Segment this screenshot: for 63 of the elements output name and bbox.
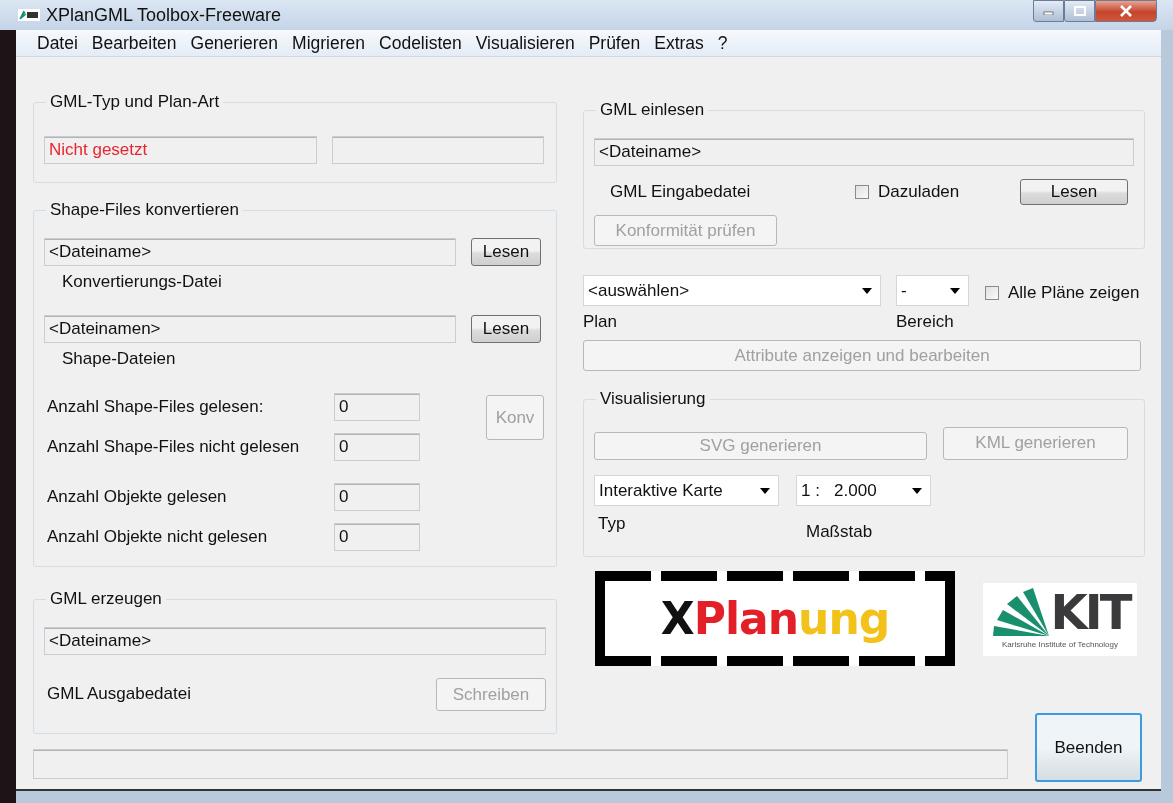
- read-button[interactable]: Lesen: [471, 238, 541, 266]
- menu-item[interactable]: Prüfen: [581, 32, 648, 54]
- file-field[interactable]: <Dateiname>: [44, 627, 546, 655]
- count-field[interactable]: 0: [334, 433, 420, 461]
- field-label: Konvertierungs-Datei: [62, 272, 223, 292]
- count-label: Anzahl Objekte nicht gelesen: [46, 527, 269, 547]
- field-label: Maßstab: [806, 522, 873, 542]
- logo-text: KIT: [1050, 586, 1130, 638]
- plan-kind-field[interactable]: [332, 136, 544, 164]
- minimize-button[interactable]: [1033, 0, 1064, 22]
- menu-item[interactable]: Generieren: [183, 32, 286, 54]
- file-field[interactable]: <Dateiname>: [594, 138, 1134, 166]
- plan-dropdown[interactable]: <auswählen>: [583, 275, 881, 306]
- dropdown-arrow-icon: [862, 287, 872, 294]
- count-field[interactable]: 0: [334, 483, 420, 511]
- menu-item[interactable]: Datei: [30, 32, 85, 54]
- read-button[interactable]: Lesen: [1020, 179, 1128, 205]
- field-label: GML Eingabedatei: [609, 182, 752, 202]
- maximize-button[interactable]: [1064, 0, 1095, 22]
- maximize-icon: [1073, 6, 1086, 16]
- field-label: Typ: [597, 514, 627, 534]
- fan-icon: [990, 586, 1051, 638]
- group-title: GML-Typ und Plan-Art: [49, 92, 221, 112]
- field-label: Bereich: [896, 312, 954, 332]
- logo-text: XPlanung: [660, 593, 890, 644]
- read-button[interactable]: Lesen: [471, 315, 541, 343]
- field-label: Plan: [583, 312, 619, 332]
- close-button[interactable]: [1095, 0, 1157, 22]
- dropdown-arrow-icon: [912, 487, 922, 494]
- type-dropdown[interactable]: Interaktive Karte: [594, 475, 779, 506]
- app-icon: [18, 9, 40, 21]
- count-label: Anzahl Objekte gelesen: [46, 487, 228, 507]
- count-field[interactable]: 0: [334, 523, 420, 551]
- dropdown-arrow-icon: [760, 487, 770, 494]
- plan-type-field[interactable]: Nicht gesetzt: [44, 136, 317, 164]
- file-field[interactable]: <Dateiname>: [44, 238, 456, 266]
- checkbox-label: Alle Pläne zeigen: [1008, 282, 1140, 303]
- close-icon: [1119, 5, 1133, 17]
- checkbox[interactable]: [985, 285, 999, 300]
- scale-dropdown[interactable]: 1 : 2.000: [796, 475, 931, 506]
- checkbox[interactable]: [855, 185, 869, 199]
- count-label: Anzahl Shape-Files gelesen:: [46, 397, 265, 417]
- group-title: GML erzeugen: [49, 589, 163, 609]
- menu-item[interactable]: Bearbeiten: [84, 32, 184, 54]
- logo-subtitle: Karlsruhe Institute of Technology: [1002, 640, 1118, 649]
- menu-item[interactable]: ?: [710, 32, 735, 54]
- file-field[interactable]: <Dateinamen>: [44, 315, 456, 343]
- exit-button[interactable]: Beenden: [1035, 713, 1142, 782]
- group-title: GML einlesen: [599, 100, 706, 120]
- field-label: GML Ausgabedatei: [46, 684, 191, 704]
- menu-item[interactable]: Codelisten: [372, 32, 469, 54]
- area-dropdown[interactable]: -: [896, 275, 969, 306]
- group-title: Visualisierung: [599, 389, 707, 409]
- menu-item[interactable]: Extras: [647, 32, 711, 54]
- checkbox-label: Dazuladen: [878, 182, 960, 202]
- window-title: XPlanGML Toolbox-Freeware: [46, 4, 282, 26]
- field-label: Shape-Dateien: [62, 349, 177, 369]
- count-field[interactable]: 0: [334, 393, 420, 421]
- count-label: Anzahl Shape-Files nicht gelesen: [46, 437, 301, 457]
- menu-item[interactable]: Migrieren: [285, 32, 373, 54]
- dropdown-arrow-icon: [950, 287, 960, 294]
- group-title: Shape-Files konvertieren: [49, 200, 240, 220]
- menu-item[interactable]: Visualisieren: [468, 32, 582, 54]
